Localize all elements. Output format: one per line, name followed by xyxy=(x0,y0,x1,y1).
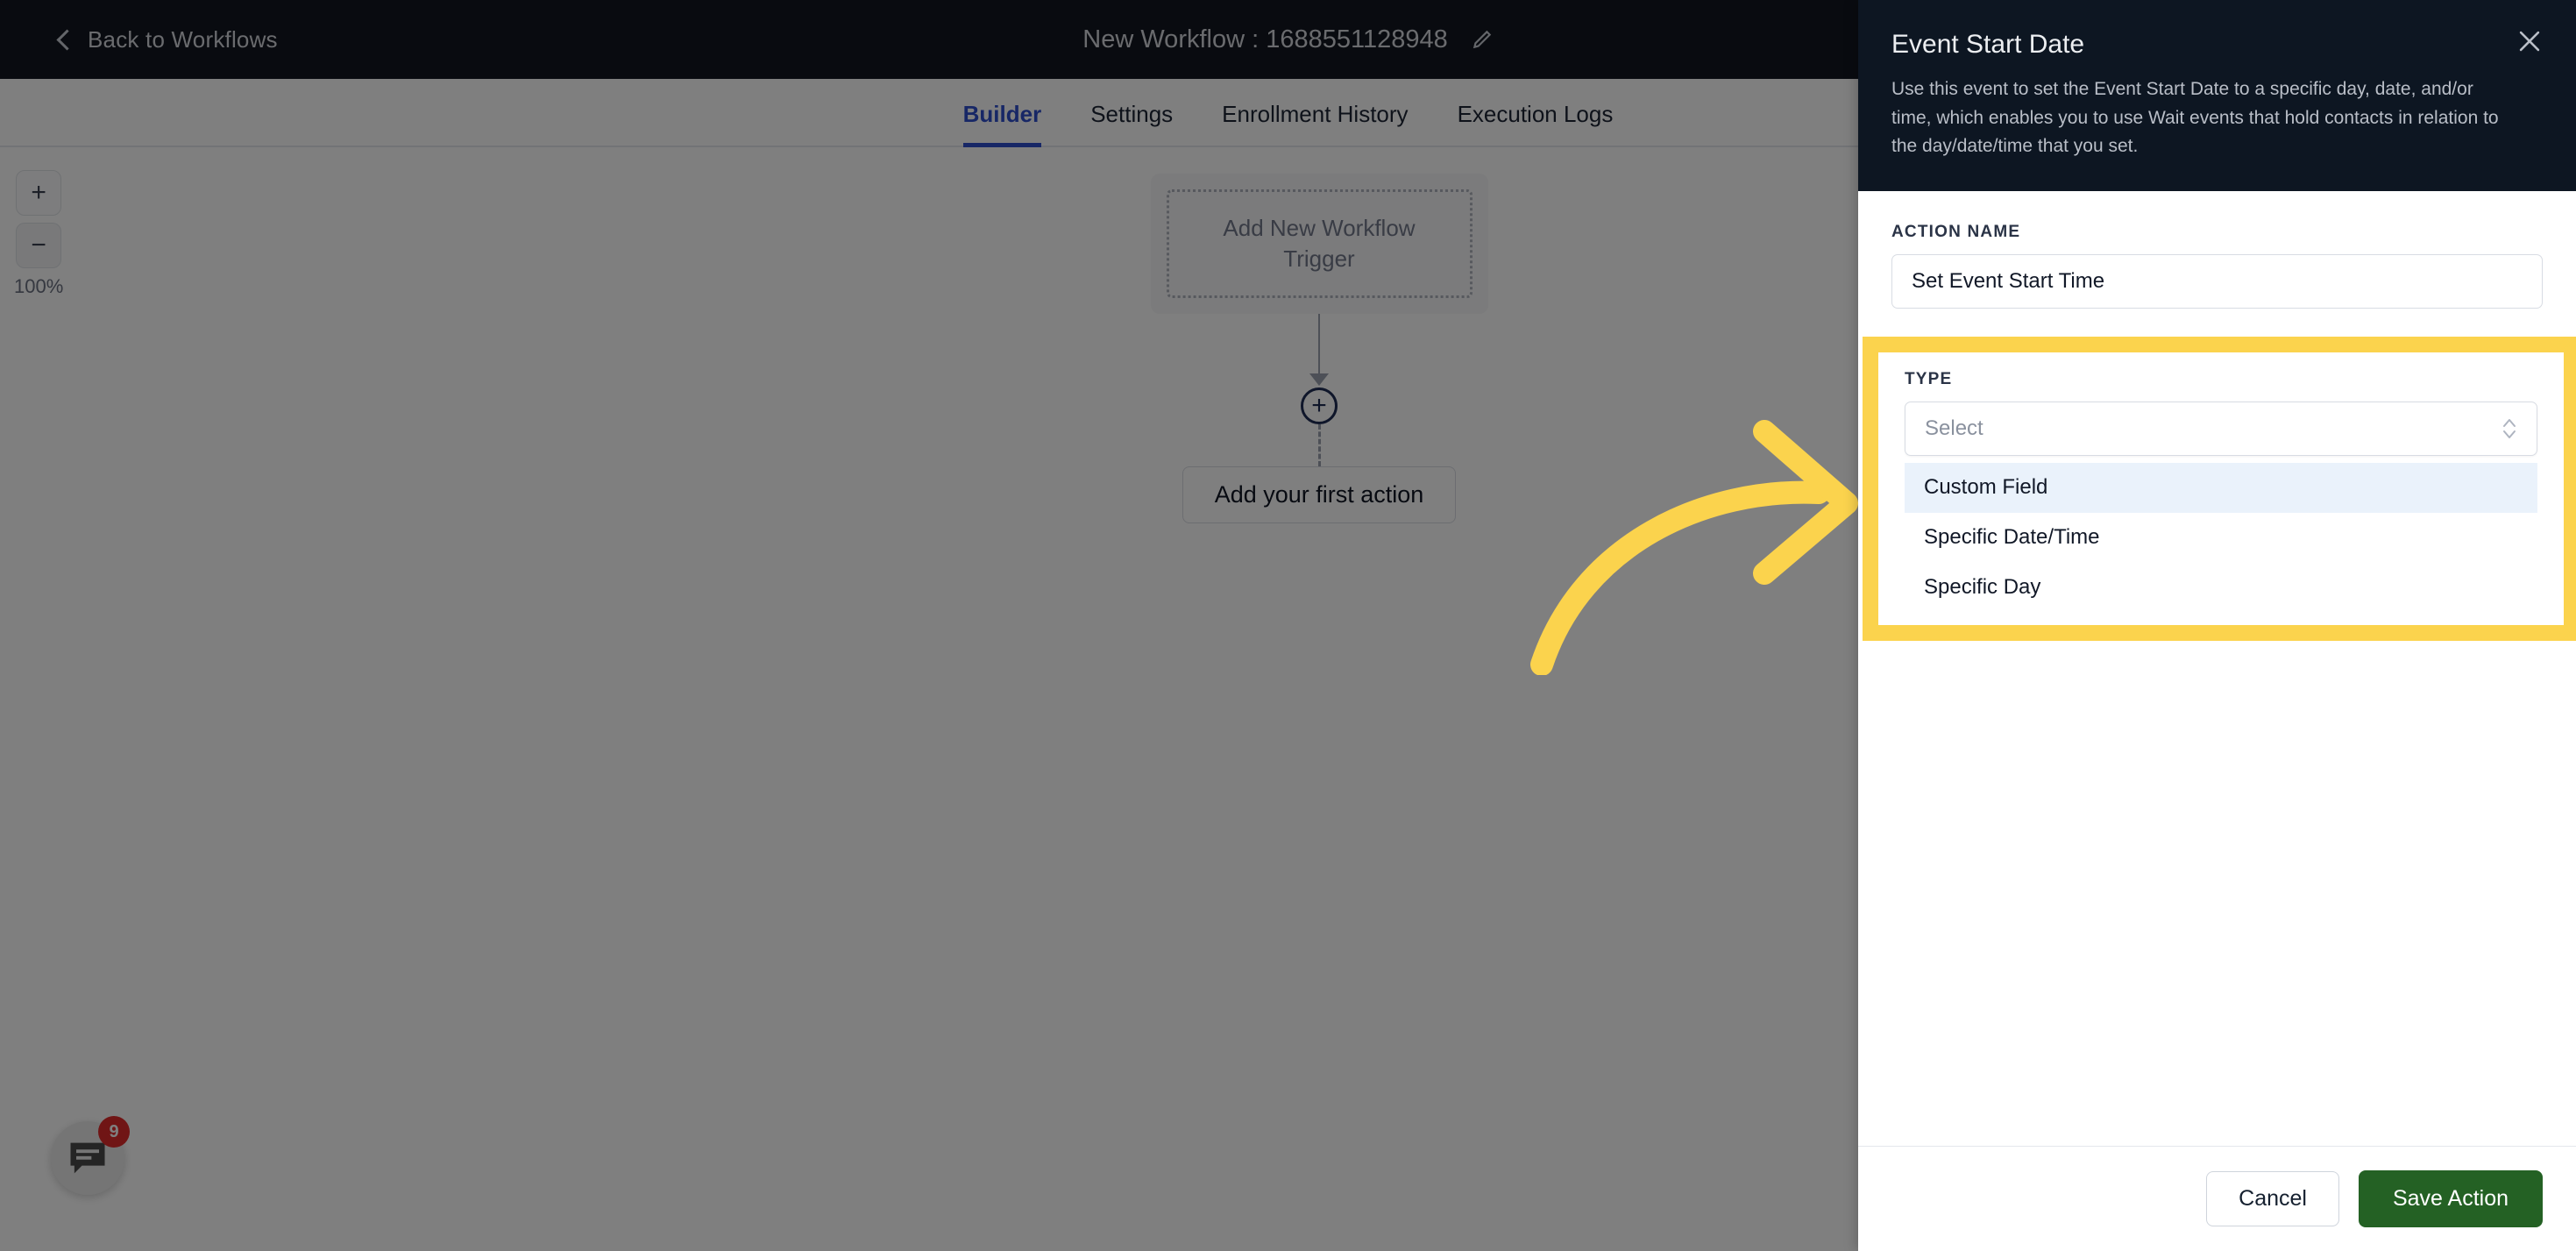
connector-solid xyxy=(1318,314,1320,375)
plus-circle-icon[interactable]: + xyxy=(1301,387,1338,424)
chevron-left-icon xyxy=(54,30,74,49)
type-option-specific-day[interactable]: Specific Day xyxy=(1905,562,2537,613)
type-select[interactable]: Select xyxy=(1905,401,2537,456)
tab-execution-logs[interactable]: Execution Logs xyxy=(1433,101,1638,146)
zoom-in-button[interactable]: + xyxy=(16,170,62,216)
add-first-action-button[interactable]: Add your first action xyxy=(1182,466,1457,523)
panel-body: ACTION NAME TYPE Select Custom Field xyxy=(1858,190,2576,1146)
type-option-list: Custom Field Specific Date/Time Specific… xyxy=(1905,462,2537,613)
type-option-specific-date-time[interactable]: Specific Date/Time xyxy=(1905,512,2537,563)
chevron-up-down-icon xyxy=(2500,414,2519,444)
connector-arrowhead-icon xyxy=(1309,373,1329,386)
back-to-workflows-button[interactable]: Back to Workflows xyxy=(54,26,278,53)
workflow-flow: Add New Workflow Trigger + Add your firs… xyxy=(1148,174,1490,523)
panel-title: Event Start Date xyxy=(1891,30,2085,59)
chat-unread-badge: 9 xyxy=(98,1116,130,1148)
type-label: TYPE xyxy=(1905,369,1953,388)
zoom-out-button[interactable]: − xyxy=(16,223,62,268)
cancel-button[interactable]: Cancel xyxy=(2206,1171,2339,1226)
save-action-button[interactable]: Save Action xyxy=(2358,1170,2543,1227)
zoom-level-label: 100% xyxy=(14,275,64,297)
event-config-panel: Event Start Date Use this event to set t… xyxy=(1858,0,2576,1251)
tab-enrollment-history[interactable]: Enrollment History xyxy=(1197,101,1432,146)
action-name-label: ACTION NAME xyxy=(1891,222,2021,241)
action-name-input[interactable] xyxy=(1891,253,2543,309)
pencil-icon[interactable] xyxy=(1471,28,1494,51)
app-root: Back to Workflows New Workflow : 1688551… xyxy=(0,0,2576,1251)
workflow-title: New Workflow : 1688551128948 xyxy=(1082,25,1448,53)
panel-description: Use this event to set the Event Start Da… xyxy=(1891,79,2499,157)
chat-widget[interactable]: 9 xyxy=(51,1116,130,1195)
zoom-controls: + − 100% xyxy=(14,170,63,298)
connector-dashed xyxy=(1317,424,1321,466)
close-icon[interactable] xyxy=(2515,26,2544,56)
tab-settings[interactable]: Settings xyxy=(1066,101,1197,146)
add-workflow-trigger-card[interactable]: Add New Workflow Trigger xyxy=(1150,174,1488,314)
type-field-highlight: TYPE Select Custom Field Specific Date/T… xyxy=(1863,336,2576,641)
panel-header: Event Start Date Use this event to set t… xyxy=(1858,0,2576,191)
add-workflow-trigger-label: Add New Workflow Trigger xyxy=(1166,189,1473,298)
panel-footer: Cancel Save Action xyxy=(1858,1146,2576,1251)
type-select-value: Select xyxy=(1925,416,1983,440)
action-name-field-group: ACTION NAME xyxy=(1858,191,2576,309)
back-to-workflows-label: Back to Workflows xyxy=(88,25,278,53)
tab-builder[interactable]: Builder xyxy=(939,101,1067,147)
type-option-custom-field[interactable]: Custom Field xyxy=(1905,462,2537,513)
